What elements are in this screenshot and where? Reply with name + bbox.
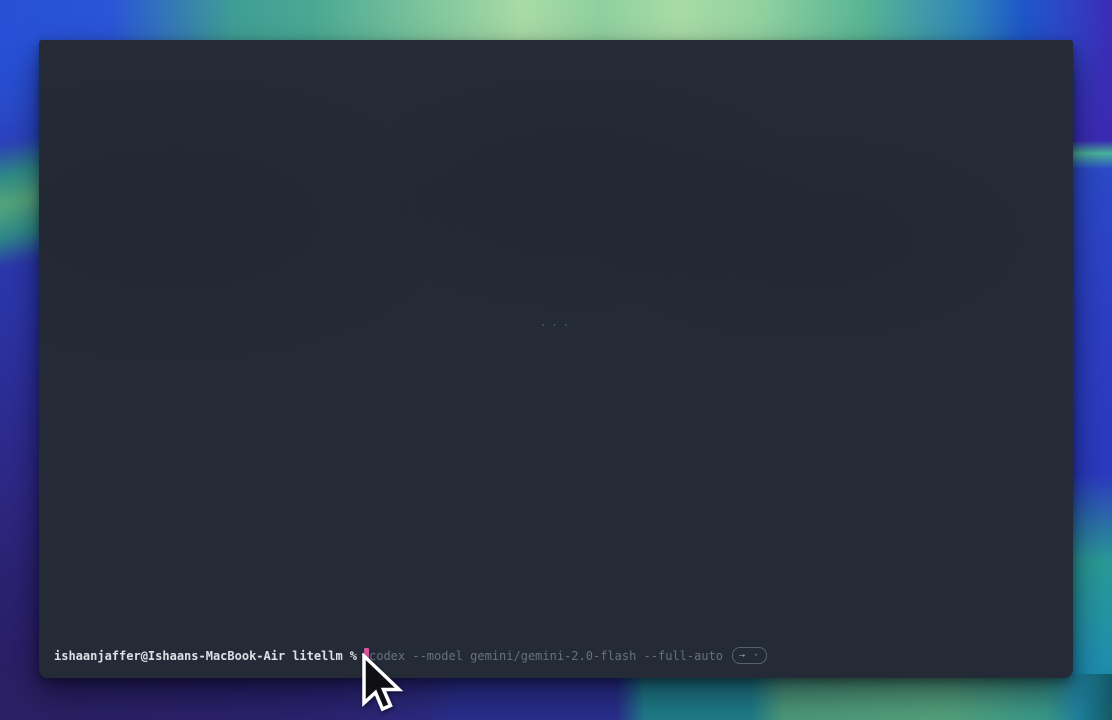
terminal-window[interactable]: ··· ishaanjaffer@Ishaans-MacBook-Air lit… bbox=[39, 40, 1073, 678]
prompt-user-host: ishaanjaffer@Ishaans-MacBook-Air bbox=[54, 648, 285, 664]
terminal-ghost-texture bbox=[39, 40, 1073, 678]
autosuggestion-text: codex --model gemini/gemini-2.0-flash --… bbox=[369, 648, 723, 664]
accept-suggestion-hint: → · bbox=[732, 647, 767, 664]
right-arrow-key-icon: → · bbox=[739, 649, 760, 662]
prompt-symbol: % bbox=[350, 648, 357, 664]
prompt-directory: litellm bbox=[292, 648, 343, 664]
wallpaper-bottom-edge bbox=[0, 674, 1112, 720]
desktop: ··· ishaanjaffer@Ishaans-MacBook-Air lit… bbox=[0, 0, 1112, 720]
loading-indicator: ··· bbox=[539, 319, 573, 333]
command-input-line[interactable]: ishaanjaffer@Ishaans-MacBook-Air litellm… bbox=[54, 647, 1058, 664]
